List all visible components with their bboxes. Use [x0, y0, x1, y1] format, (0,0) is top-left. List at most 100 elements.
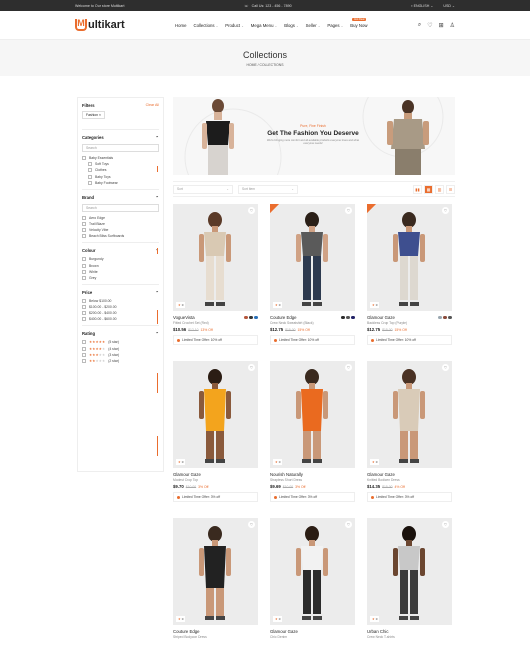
wishlist-heart-icon[interactable]: ♡	[345, 364, 352, 371]
product-brand[interactable]: Urban Chic	[367, 629, 389, 634]
chevron-up-icon[interactable]: ⌃	[155, 195, 159, 200]
grid-4-view-icon[interactable]: ▥	[435, 184, 444, 194]
nav-collections[interactable]: Collections ⌄	[193, 23, 218, 28]
wishlist-heart-icon[interactable]: ♡	[345, 521, 352, 528]
product-name[interactable]: Crew Neck Sweatshirt (Black)	[270, 321, 355, 325]
product-card[interactable]: ♡ ★ 0 Glamour Gaze Chic Denim	[270, 518, 355, 665]
nav-product[interactable]: Product ⌄	[225, 23, 244, 28]
product-image[interactable]: ♡ ★ 0	[173, 204, 258, 311]
product-card[interactable]: ♡ ★ 0 Couture Edge Striped Bodycon Dress	[173, 518, 258, 665]
nav-blogs[interactable]: Blogs ⌄	[284, 23, 298, 28]
product-image[interactable]: ♡ ★ 0	[173, 361, 258, 468]
product-name[interactable]: Strapless Short Dress	[270, 478, 355, 482]
colour-swatch[interactable]	[448, 315, 452, 320]
nav-buy-now[interactable]: Hot Deal Buy Now	[350, 17, 367, 28]
wishlist-heart-icon[interactable]: ♡	[345, 207, 352, 214]
product-brand[interactable]: Glamour Gaze	[173, 472, 201, 477]
rating-option[interactable]: ★★★★★ (2 star)	[82, 359, 159, 363]
user-icon[interactable]: ♙	[450, 22, 455, 29]
product-brand[interactable]: Couture Edge	[173, 629, 200, 634]
rating-option[interactable]: ★★★★★ (5 star)	[82, 340, 159, 345]
colour-option[interactable]: Grey	[82, 275, 159, 280]
product-image[interactable]: ♡ ★ 0	[367, 518, 452, 625]
brand-option[interactable]: Aero Edge	[82, 215, 159, 220]
product-name[interactable]: Striped Bodycon Dress	[173, 635, 258, 639]
price-option[interactable]: Below $100.00	[82, 298, 159, 303]
price-option[interactable]: $100.00 - $200.00	[82, 305, 159, 310]
product-name[interactable]: Knitted Bodicen Dress	[367, 478, 452, 482]
product-image[interactable]: ♡ ★ 0	[173, 518, 258, 625]
cart-icon[interactable]: ⊞	[439, 22, 444, 29]
category-option[interactable]: Baby Footwear	[82, 180, 159, 185]
colour-swatch[interactable]	[351, 315, 355, 320]
grid-3-view-icon[interactable]: ▦	[424, 184, 433, 194]
chevron-up-icon[interactable]: ⌃	[155, 135, 159, 140]
product-card[interactable]: ♡ ★ 0 Glamour Gaze Knitted Bodicen Dress…	[367, 361, 452, 508]
category-option[interactable]: Baby Toys	[82, 174, 159, 179]
breadcrumb[interactable]: HOME / COLLECTIONS	[247, 63, 284, 67]
product-image[interactable]: ♡ ★ 0	[270, 361, 355, 468]
search-icon[interactable]: ⌕	[418, 22, 421, 29]
product-card[interactable]: ♡ ★ 0 VogueVista Fitted Crochet Set (Red…	[173, 204, 258, 351]
price-option[interactable]: $200.00 - $400.00	[82, 311, 159, 316]
colour-swatch[interactable]	[254, 315, 258, 320]
wishlist-heart-icon[interactable]: ♡	[248, 521, 255, 528]
category-option[interactable]: Baby Essentials	[82, 156, 159, 160]
heart-icon[interactable]: ♡	[427, 22, 432, 29]
colour-swatch[interactable]	[438, 315, 442, 320]
sort-items-dropdown[interactable]: Sort Item ⌄	[238, 184, 298, 194]
logo[interactable]: Multikart	[75, 19, 125, 31]
nav-mega-menu[interactable]: Mega Menu ⌄	[251, 23, 277, 28]
product-card[interactable]: ♡ ★ 0 Couture Edge Crew Neck Sweatshirt …	[270, 204, 355, 351]
product-name[interactable]: Fitted Crochet Set (Red)	[173, 321, 258, 325]
rating-option[interactable]: ★★★★★ (3 star)	[82, 352, 159, 357]
category-option[interactable]: Soft Toys	[82, 162, 159, 167]
colour-option[interactable]: Brown	[82, 263, 159, 268]
colour-swatch[interactable]	[341, 315, 345, 320]
clear-all-link[interactable]: Clear All	[146, 103, 159, 108]
wishlist-heart-icon[interactable]: ♡	[248, 364, 255, 371]
wishlist-heart-icon[interactable]: ♡	[442, 207, 449, 214]
price-option[interactable]: $400.00 - $600.00	[82, 317, 159, 322]
nav-pages[interactable]: Pages ⌄	[327, 23, 343, 28]
product-card[interactable]: ♡ ★ 0 Nourish Naturally Strapless Short …	[270, 361, 355, 508]
colour-swatch[interactable]	[244, 315, 248, 320]
product-name[interactable]: Crew Neck T-shirts	[367, 635, 452, 639]
product-image[interactable]: ♡ ★ 0	[367, 204, 452, 311]
promo-banner[interactable]: Pure, Fine Finish Get The Fashion You De…	[173, 97, 455, 175]
product-brand[interactable]: Nourish Naturally	[270, 472, 303, 477]
product-image[interactable]: ♡ ★ 0	[270, 204, 355, 311]
product-brand[interactable]: Glamour Gaze	[367, 315, 395, 320]
wishlist-heart-icon[interactable]: ♡	[442, 364, 449, 371]
product-name[interactable]: Modest Crop Top	[173, 478, 258, 482]
currency-select[interactable]: USD ⌄	[443, 4, 455, 8]
colour-swatch[interactable]	[249, 315, 253, 320]
product-image[interactable]: ♡ ★ 0	[270, 518, 355, 625]
product-brand[interactable]: Couture Edge	[270, 315, 297, 320]
wishlist-heart-icon[interactable]: ♡	[442, 521, 449, 528]
chevron-up-icon[interactable]: ⌃	[155, 290, 159, 295]
sort-dropdown[interactable]: Sort ⌄	[173, 184, 233, 194]
product-name[interactable]: Chic Denim	[270, 635, 355, 639]
active-filter-chip[interactable]: Fashion ×	[82, 111, 105, 119]
nav-seller[interactable]: Seller ⌄	[306, 23, 321, 28]
colour-option[interactable]: Burgundy	[82, 257, 159, 262]
rating-option[interactable]: ★★★★★ (4 star)	[82, 346, 159, 351]
product-brand[interactable]: Glamour Gaze	[367, 472, 395, 477]
grid-2-view-icon[interactable]: ▮▮	[413, 184, 422, 194]
brand-search-input[interactable]: Search	[82, 203, 159, 212]
product-brand[interactable]: VogueVista	[173, 315, 195, 320]
brand-option[interactable]: Beach Bliss Surfboards	[82, 234, 159, 239]
product-card[interactable]: ♡ ★ 0 Glamour Gaze Backless Crop Top (Pu…	[367, 204, 452, 351]
list-view-icon[interactable]: ☰	[446, 184, 455, 194]
language-select[interactable]: ▪ ENGLISH ⌄	[411, 4, 433, 8]
product-card[interactable]: ♡ ★ 0 Glamour Gaze Modest Crop Top $9.70…	[173, 361, 258, 508]
nav-home[interactable]: Home	[175, 23, 186, 28]
product-image[interactable]: ♡ ★ 0	[367, 361, 452, 468]
brand-option[interactable]: Trail Blaze	[82, 221, 159, 226]
categories-search-input[interactable]: Search	[82, 144, 159, 152]
category-option[interactable]: Clothes	[82, 168, 159, 173]
wishlist-heart-icon[interactable]: ♡	[248, 207, 255, 214]
product-name[interactable]: Backless Crop Top (Purple)	[367, 321, 452, 325]
product-brand[interactable]: Glamour Gaze	[270, 629, 298, 634]
